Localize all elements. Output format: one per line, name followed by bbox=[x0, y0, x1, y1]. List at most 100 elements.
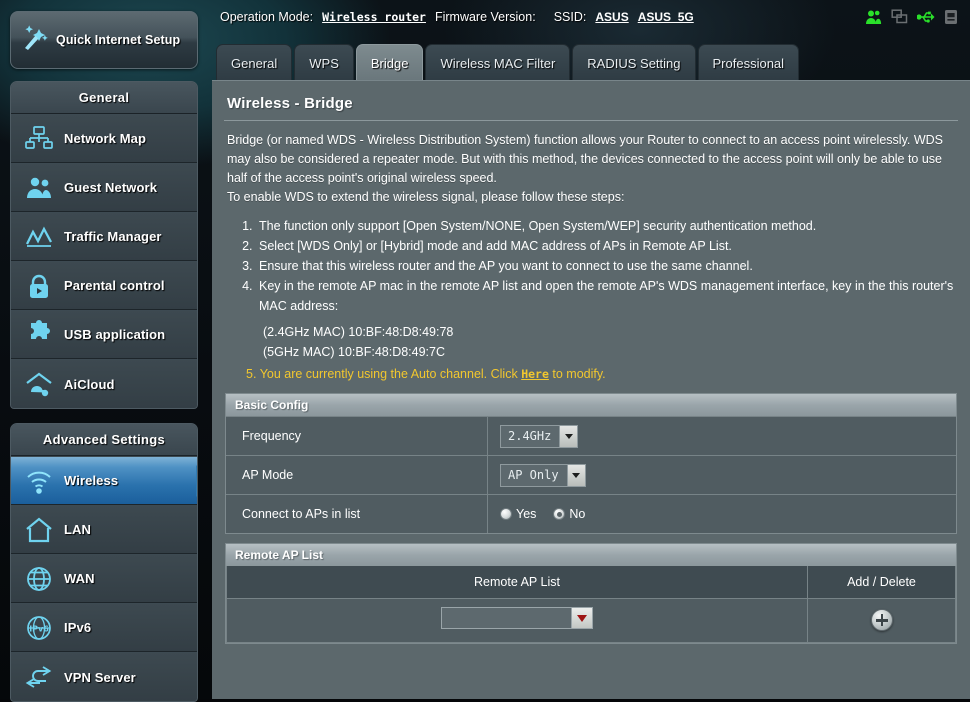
magic-wand-icon bbox=[19, 23, 49, 58]
chevron-down-icon bbox=[559, 425, 578, 447]
nav-group-advanced-settings: Advanced Settings Wireless LAN WAN IPv6 … bbox=[10, 423, 198, 702]
ap-mode-label: AP Mode bbox=[226, 456, 488, 494]
auto-channel-note-suffix: to modify. bbox=[552, 367, 606, 381]
sidebar-item-ipv6[interactable]: IPv6 IPv6 bbox=[11, 603, 197, 652]
sidebar: Quick Internet Setup General Network Map bbox=[0, 0, 206, 702]
ssid-value-24ghz[interactable]: ASUS bbox=[595, 10, 628, 24]
sidebar-item-network-map-label: Network Map bbox=[64, 131, 147, 146]
auto-channel-note: 5. You are currently using the Auto chan… bbox=[222, 364, 960, 384]
connect-yes-radio[interactable]: Yes bbox=[500, 507, 536, 521]
sidebar-item-network-map[interactable]: Network Map bbox=[11, 114, 197, 163]
table-row bbox=[226, 597, 956, 643]
guest-network-icon bbox=[24, 173, 54, 203]
tab-general[interactable]: General bbox=[216, 44, 293, 82]
basic-config-section: Basic Config Frequency 2.4GHz AP Mode AP… bbox=[225, 393, 957, 534]
ssid-label: SSID: bbox=[553, 10, 587, 24]
frequency-select[interactable]: 2.4GHz bbox=[500, 424, 579, 448]
tab-bridge[interactable]: Bridge bbox=[355, 44, 424, 82]
monitors-icon[interactable] bbox=[891, 9, 908, 25]
globe-icon bbox=[24, 564, 54, 594]
ipv6-globe-icon: IPv6 bbox=[24, 613, 54, 643]
sidebar-item-guest-network-label: Guest Network bbox=[64, 180, 158, 195]
network-map-icon bbox=[24, 124, 54, 154]
vpn-icon bbox=[24, 662, 54, 692]
aicloud-icon bbox=[24, 369, 54, 399]
connect-to-aps-row: Connect to APs in list Yes No bbox=[226, 494, 956, 533]
sidebar-item-vpn-server[interactable]: VPN Server bbox=[11, 652, 197, 701]
frequency-row: Frequency 2.4GHz bbox=[226, 416, 956, 455]
ap-mode-select[interactable]: AP Only bbox=[500, 463, 586, 487]
clients-icon[interactable] bbox=[865, 9, 882, 25]
nav-group-advanced-title: Advanced Settings bbox=[11, 424, 197, 456]
title-divider bbox=[224, 120, 958, 121]
connect-to-aps-value-cell: Yes No bbox=[488, 507, 956, 521]
firmware-version-label: Firmware Version: bbox=[434, 10, 536, 24]
ssid-value-5ghz[interactable]: ASUS_5G bbox=[638, 10, 694, 24]
frequency-value-cell: 2.4GHz bbox=[488, 424, 956, 448]
sidebar-item-guest-network[interactable]: Guest Network bbox=[11, 163, 197, 212]
usb-icon[interactable] bbox=[917, 9, 935, 25]
remote-ap-mac-combobox[interactable] bbox=[441, 607, 593, 629]
frequency-label: Frequency bbox=[226, 417, 488, 455]
sidebar-item-wireless[interactable]: Wireless bbox=[11, 456, 197, 505]
connect-no-label: No bbox=[569, 507, 586, 521]
remote-ap-mac-cell bbox=[226, 597, 808, 643]
connect-no-radio[interactable]: No bbox=[553, 507, 585, 521]
wifi-icon bbox=[24, 466, 54, 496]
frequency-select-value: 2.4GHz bbox=[508, 429, 552, 443]
auto-channel-here-link[interactable]: Here bbox=[521, 367, 549, 381]
add-delete-cell bbox=[807, 597, 956, 643]
sidebar-item-wireless-label: Wireless bbox=[64, 473, 119, 488]
chevron-down-icon bbox=[566, 464, 585, 486]
nav-group-general: General Network Map Guest Network Traffi… bbox=[10, 81, 198, 409]
remote-ap-mac-input[interactable] bbox=[442, 608, 571, 628]
table-header-row: Remote AP List Add / Delete bbox=[226, 566, 956, 599]
radio-circle-no bbox=[553, 508, 566, 520]
description-paragraph-1: Bridge (or named WDS - Wireless Distribu… bbox=[227, 133, 943, 185]
step-item: Select [WDS Only] or [Hybrid] mode and a… bbox=[256, 236, 960, 256]
top-status-bar: Operation Mode: Wireless router Firmware… bbox=[212, 0, 970, 34]
sidebar-item-aicloud[interactable]: AiCloud bbox=[11, 359, 197, 408]
add-remote-ap-button[interactable] bbox=[870, 609, 893, 631]
sidebar-item-parental-control[interactable]: Parental control bbox=[11, 261, 197, 310]
tab-professional[interactable]: Professional bbox=[697, 44, 800, 82]
connect-to-aps-label: Connect to APs in list bbox=[226, 495, 488, 533]
column-header-remote-ap-list: Remote AP List bbox=[226, 566, 808, 599]
column-header-add-delete: Add / Delete bbox=[807, 566, 956, 599]
traffic-manager-icon bbox=[24, 222, 54, 252]
tab-radius-setting[interactable]: RADIUS Setting bbox=[572, 44, 696, 82]
nav-group-general-title: General bbox=[11, 82, 197, 114]
puzzle-icon bbox=[24, 319, 54, 350]
auto-channel-note-text: You are currently using the Auto channel… bbox=[259, 367, 518, 381]
mac-address-24ghz: (2.4GHz MAC) 10:BF:48:D8:49:78 bbox=[263, 325, 454, 339]
router-admin-page: Quick Internet Setup General Network Map bbox=[0, 0, 970, 702]
ap-mode-select-value: AP Only bbox=[508, 468, 559, 482]
step-item: Key in the remote AP mac in the remote A… bbox=[256, 276, 960, 316]
sidebar-item-usb-application-label: USB application bbox=[64, 327, 166, 342]
step-item: The function only support [Open System/N… bbox=[256, 216, 960, 236]
sidebar-item-wan-label: WAN bbox=[64, 571, 95, 586]
operation-mode-label: Operation Mode: bbox=[220, 10, 314, 24]
sidebar-item-wan[interactable]: WAN bbox=[11, 554, 197, 603]
sidebar-item-traffic-manager[interactable]: Traffic Manager bbox=[11, 212, 197, 261]
connect-yes-label: Yes bbox=[516, 507, 537, 521]
sidebar-item-lan[interactable]: LAN bbox=[11, 505, 197, 554]
sidebar-item-usb-application[interactable]: USB application bbox=[11, 310, 197, 359]
auto-channel-note-number: 5. bbox=[246, 367, 257, 381]
page-title: Wireless - Bridge bbox=[227, 95, 353, 112]
tab-wireless-mac-filter[interactable]: Wireless MAC Filter bbox=[425, 44, 571, 82]
step-item: Ensure that this wireless router and the… bbox=[256, 256, 960, 276]
quick-internet-setup-label: Quick Internet Setup bbox=[56, 33, 181, 47]
quick-internet-setup-button[interactable]: Quick Internet Setup bbox=[10, 11, 198, 69]
chevron-down-icon[interactable] bbox=[571, 608, 592, 628]
mac-address-5ghz: (5GHz MAC) 10:BF:48:D8:49:7C bbox=[263, 345, 446, 359]
sidebar-item-ipv6-label: IPv6 bbox=[64, 620, 92, 635]
radio-circle-yes bbox=[500, 508, 512, 520]
tab-wps[interactable]: WPS bbox=[294, 44, 354, 82]
lock-icon bbox=[24, 271, 54, 301]
tab-bar: General WPS Bridge Wireless MAC Filter R… bbox=[216, 42, 800, 82]
remote-ap-list-section: Remote AP List Remote AP List Add / Dele… bbox=[225, 543, 957, 644]
printer-icon[interactable] bbox=[944, 9, 958, 25]
operation-mode-value[interactable]: Wireless router bbox=[322, 10, 426, 24]
status-icon-group bbox=[865, 9, 970, 25]
